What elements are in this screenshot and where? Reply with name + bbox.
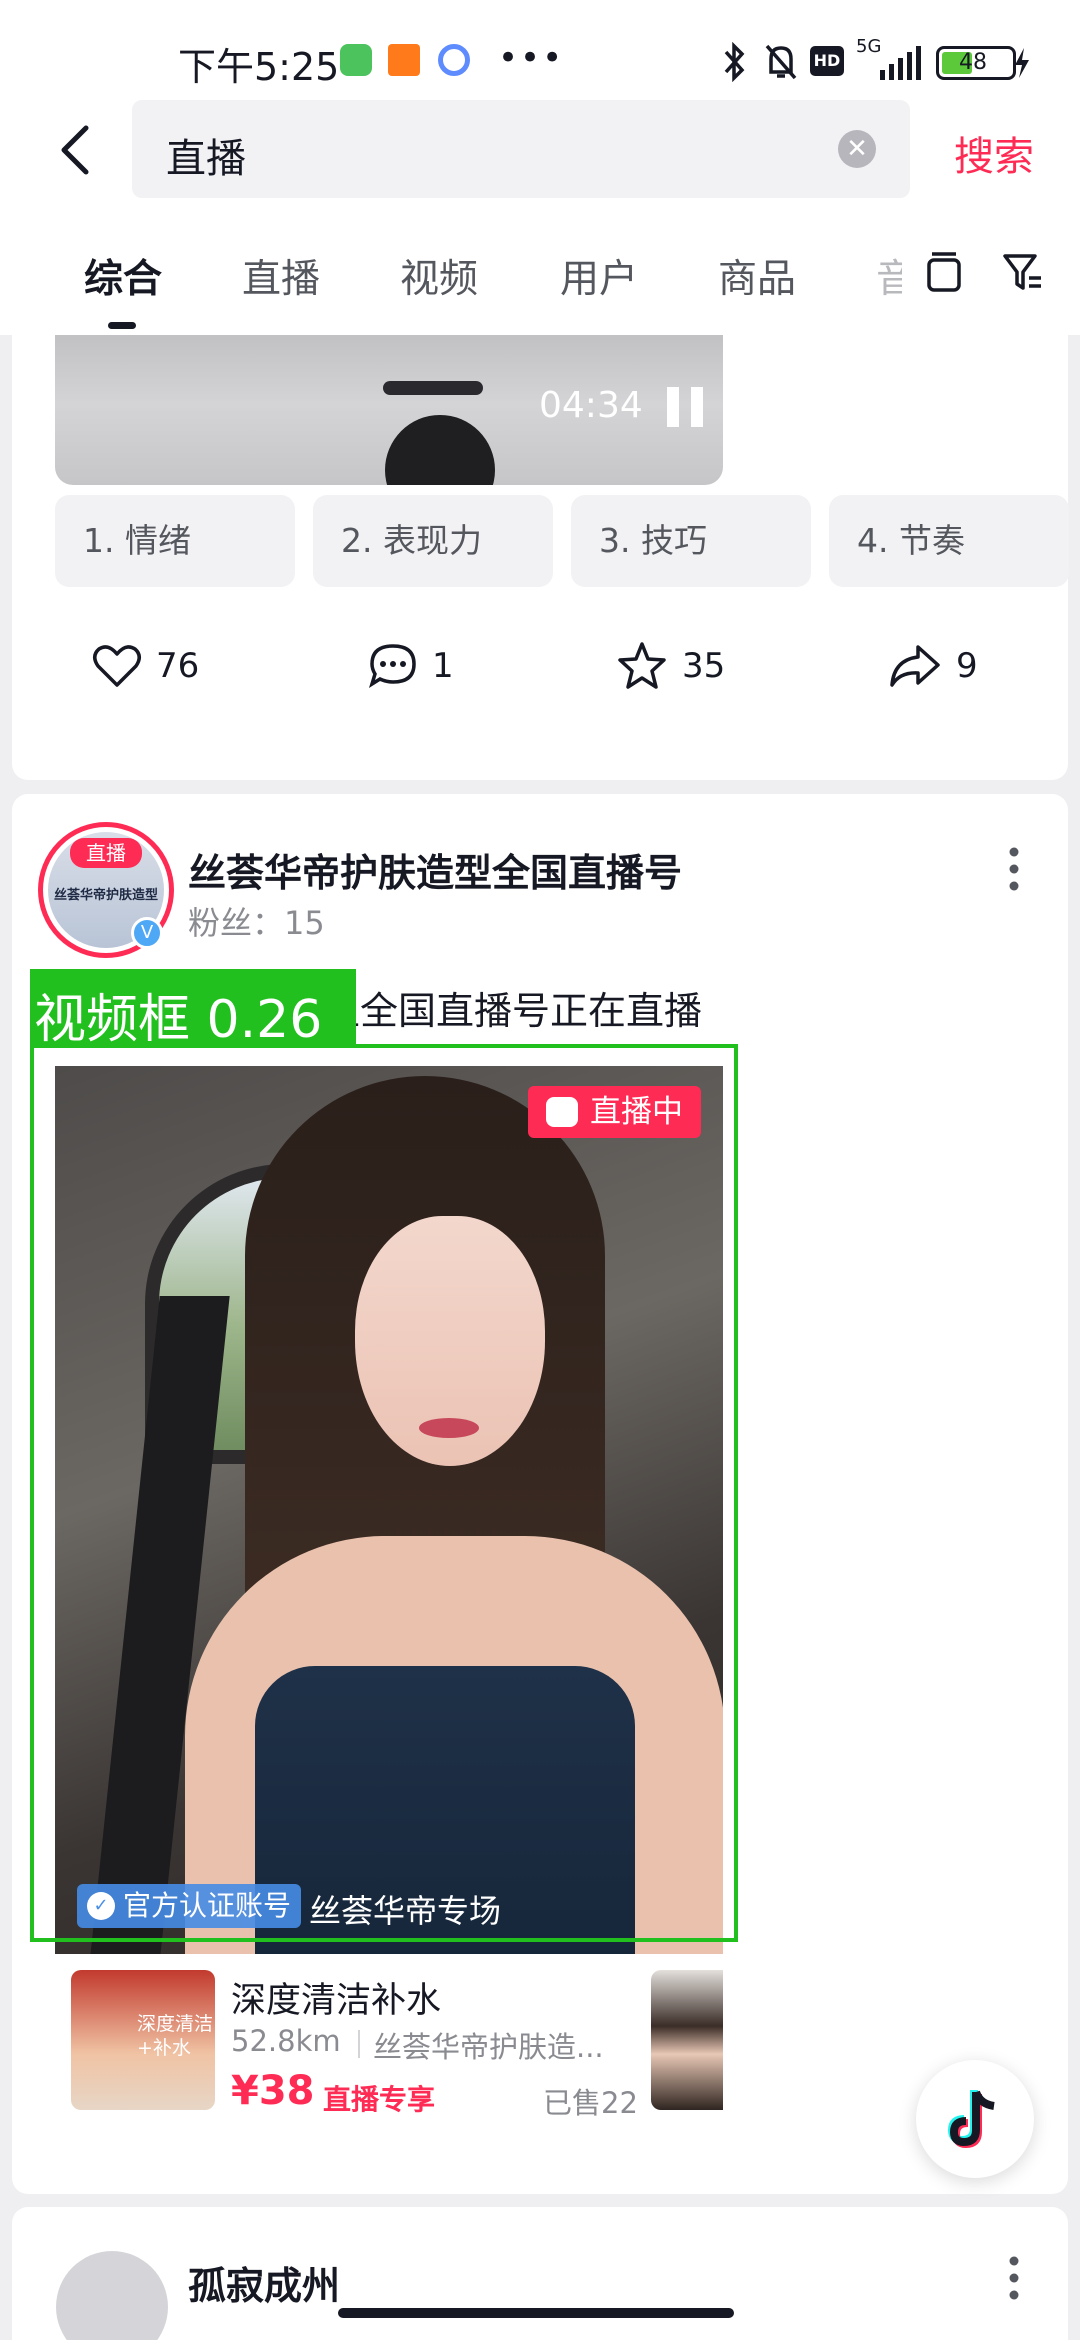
star-icon: [618, 642, 666, 689]
product-price: ¥38: [231, 2068, 315, 2114]
signal-icon: [880, 46, 921, 80]
video-duration: 04:34: [539, 385, 643, 426]
chapter-chip[interactable]: 3. 技巧: [571, 495, 811, 587]
product-shop: 丝荟华帝护肤造...: [373, 2030, 604, 2064]
favorite-button[interactable]: 35: [616, 641, 725, 691]
verified-badge-icon: V: [131, 917, 163, 949]
search-tabs: 综合 直播 视频 用户 商品 音: [0, 210, 1080, 335]
share-count: 9: [956, 646, 978, 686]
detection-label-bg: 视频框 0.26: [30, 969, 356, 1050]
video-result-card[interactable]: 04:34 1. 情绪 2. 表现力 3. 技巧 4. 节奏 76 1 35 9: [12, 335, 1069, 780]
video-thumbnail[interactable]: 04:34: [55, 335, 723, 485]
tab-goods[interactable]: 商品: [718, 248, 796, 304]
favorite-count: 35: [682, 646, 726, 686]
search-query[interactable]: 直播: [166, 126, 246, 184]
more-options-icon[interactable]: [1008, 2255, 1020, 2301]
author-name[interactable]: 丝荟华帝护肤造型全国直播号: [188, 842, 682, 897]
product-price-tag: 直播专享: [323, 2083, 436, 2116]
product-model-thumbnail[interactable]: [651, 1970, 723, 2110]
product-thumbnail[interactable]: 深度清洁+补水: [71, 1970, 215, 2110]
tab-user[interactable]: 用户: [560, 248, 638, 304]
bluetooth-icon: [724, 42, 745, 82]
battery-icon: 48: [936, 46, 1016, 80]
tab-live[interactable]: 直播: [242, 248, 320, 304]
back-arrow-icon[interactable]: [52, 122, 102, 178]
product-card[interactable]: 深度清洁+补水 深度清洁补水 52.8km 丝荟华帝护肤造... ¥38 直播专…: [55, 1954, 723, 2124]
thumbnail-strap: [383, 381, 483, 395]
search-results-feed[interactable]: 04:34 1. 情绪 2. 表现力 3. 技巧 4. 节奏 76 1 35 9…: [0, 335, 1080, 2340]
tab-video[interactable]: 视频: [400, 248, 478, 304]
avatar-live-badge: 直播: [70, 838, 142, 868]
share-arrow-icon: [890, 645, 940, 687]
author-name[interactable]: 孤寂成州: [188, 2255, 340, 2310]
product-sold: 已售22: [543, 2086, 638, 2120]
product-title[interactable]: 深度清洁补水: [231, 1972, 441, 2023]
search-input[interactable]: 直播 ✕: [132, 100, 910, 198]
comment-icon: [368, 644, 416, 688]
detection-label: 视频框 0.26: [34, 990, 323, 1050]
product-distance: 52.8km: [231, 2024, 341, 2058]
status-time: 下午5:25: [178, 45, 340, 89]
battery-level: 48: [959, 50, 987, 75]
live-result-card[interactable]: 直播 丝荟华帝护肤造型 V 丝荟华帝护肤造型全国直播号 粉丝：15 丝荟华帝护肤…: [12, 794, 1068, 2194]
more-notifications-icon: •••: [498, 38, 565, 78]
user-result-card[interactable]: 孤寂成州: [12, 2207, 1068, 2340]
follower-count: 粉丝：15: [188, 904, 325, 942]
meta-divider: [358, 2030, 360, 2058]
status-bar: 下午5:25 ••• HD 5G 48: [0, 0, 1080, 100]
tab-active-indicator: [108, 322, 136, 329]
hd-icon: HD: [810, 46, 844, 76]
more-options-icon[interactable]: [1008, 846, 1020, 892]
wechat-notification-icon: [340, 44, 372, 76]
app-58-notification-icon: [388, 44, 420, 76]
like-count: 76: [156, 646, 200, 686]
avatar[interactable]: 直播 丝荟华帝护肤造型 V: [38, 822, 174, 958]
heart-icon: [93, 645, 141, 687]
home-indicator[interactable]: [338, 2308, 734, 2318]
product-thumb-text: 深度清洁+补水: [137, 2013, 214, 2059]
thumbnail-dark-object: [385, 415, 495, 485]
charging-icon: [1015, 48, 1029, 78]
avatar-brand-text: 丝荟华帝护肤造型: [53, 888, 158, 903]
chapter-chip[interactable]: 2. 表现力: [313, 495, 553, 587]
app-cloud-notification-icon: [438, 44, 470, 76]
tiktok-logo-icon: [948, 2090, 995, 2149]
avatar[interactable]: [56, 2251, 168, 2340]
tab-comprehensive[interactable]: 综合: [84, 248, 162, 304]
detection-box: [30, 1044, 738, 1942]
chapter-chip[interactable]: 4. 节奏: [829, 495, 1069, 587]
mute-bell-icon: [765, 44, 797, 80]
search-header: 直播 ✕ 搜索: [0, 100, 1080, 210]
chapter-chip[interactable]: 1. 情绪: [55, 495, 295, 587]
layout-toggle-icon[interactable]: [924, 250, 964, 296]
search-button[interactable]: 搜索: [954, 124, 1034, 182]
filter-icon[interactable]: [1002, 252, 1044, 294]
share-button[interactable]: 9: [888, 641, 978, 691]
comment-button[interactable]: 1: [368, 641, 454, 691]
comment-count: 1: [432, 646, 454, 686]
tab-music[interactable]: 音: [876, 248, 902, 304]
like-button[interactable]: 76: [92, 641, 199, 691]
clear-search-icon[interactable]: ✕: [838, 130, 876, 168]
pause-icon[interactable]: [667, 387, 703, 427]
floating-app-button[interactable]: [916, 2060, 1034, 2178]
